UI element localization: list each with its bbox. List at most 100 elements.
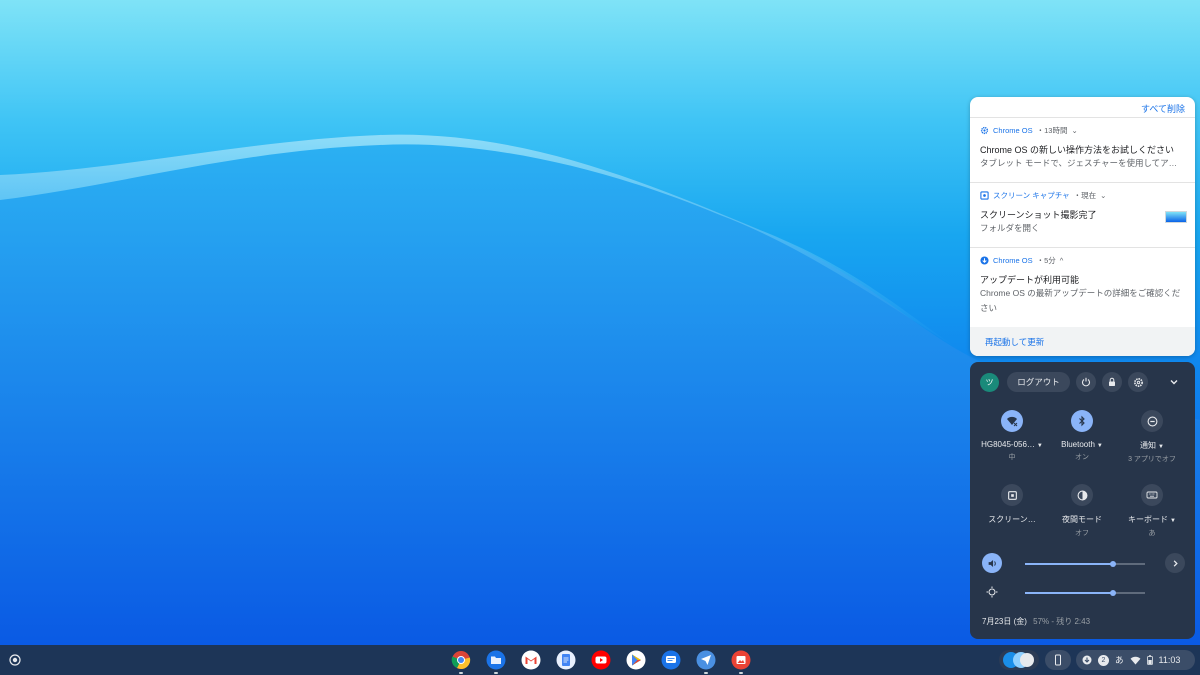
youtube-app[interactable] <box>591 650 611 670</box>
audio-settings-button[interactable] <box>1165 553 1185 573</box>
gallery-app[interactable] <box>731 650 751 674</box>
chevron-up-icon[interactable]: ^ <box>1060 256 1064 265</box>
lock-button[interactable] <box>1102 372 1122 392</box>
bluetooth-label: Bluetooth <box>1061 440 1095 449</box>
wifi-sublabel: 中 <box>1008 454 1016 461</box>
stylus-icon <box>1003 652 1034 668</box>
brightness-button[interactable] <box>982 582 1002 602</box>
battery-status: 57% - 残り 2:43 <box>1033 617 1091 626</box>
screen-capture-tile[interactable]: スクリーン… <box>977 484 1047 525</box>
do-not-disturb-icon <box>1147 416 1157 426</box>
screenshot-thumbnail[interactable] <box>1165 211 1187 223</box>
date-label[interactable]: 7月23日 (金) <box>982 617 1027 626</box>
files-app[interactable] <box>486 650 506 674</box>
keyboard-label: キーボード <box>1128 515 1169 524</box>
docs-icon <box>556 650 576 670</box>
brightness-slider[interactable] <box>1025 590 1145 596</box>
lock-icon <box>1109 377 1115 386</box>
notifications-tile[interactable]: 通知 ▼ 3 アプリでオフ <box>1117 410 1187 464</box>
notification-body: フォルダを開く <box>980 223 1040 233</box>
volume-slider-thumb[interactable] <box>1109 561 1116 567</box>
screen-capture-icon <box>1007 490 1017 500</box>
notification-header: Chrome OS ・13時間 ⌄ <box>980 125 1078 136</box>
notification-time: ・13時間 <box>1036 126 1068 135</box>
shelf: 2 あ 11:03 <box>0 645 1200 675</box>
do-not-disturb-toggle[interactable] <box>1141 410 1163 432</box>
notification-title: Chrome OS の新しい操作方法をお試しください <box>980 145 1175 155</box>
notification-count-badge: 2 <box>1098 654 1109 666</box>
stylus-tools-pod[interactable] <box>999 650 1039 670</box>
launcher-button[interactable] <box>7 652 23 668</box>
avatar[interactable]: ツ <box>980 373 999 392</box>
wifi-toggle[interactable] <box>1001 410 1023 432</box>
keyboard-icon <box>1146 491 1158 499</box>
notification-header: Chrome OS ・5分 ^ <box>980 255 1063 266</box>
bluetooth-icon <box>1079 415 1085 427</box>
notification-title: スクリーンショット撮影完了 <box>980 210 1097 220</box>
paper-plane-app[interactable] <box>696 650 716 674</box>
bluetooth-toggle[interactable] <box>1071 410 1093 432</box>
collapse-button[interactable] <box>1166 374 1182 390</box>
power-button[interactable] <box>1076 372 1096 392</box>
chrome-app[interactable] <box>451 650 471 674</box>
chevron-right-icon <box>1173 559 1178 567</box>
chevron-down-icon[interactable]: ⌄ <box>1071 126 1077 135</box>
gear-icon <box>1133 377 1143 387</box>
notification-item[interactable]: スクリーン キャプチャ ・現在 ⌄ スクリーンショット撮影完了 フォルダを開く <box>970 182 1195 247</box>
ime-indicator: あ <box>1115 655 1124 665</box>
gallery-icon <box>731 650 751 670</box>
restart-to-update-button[interactable]: 再起動して更新 <box>970 327 1195 356</box>
docs-app[interactable] <box>556 650 576 670</box>
notification-app-name: スクリーン キャプチャ <box>993 191 1070 200</box>
screen-capture-toggle[interactable] <box>1001 484 1023 506</box>
system-tray[interactable]: 2 あ 11:03 <box>1076 650 1195 670</box>
power-icon <box>1081 377 1091 387</box>
gmail-icon <box>521 650 541 670</box>
caret-down-icon: ▼ <box>1096 443 1103 449</box>
volume-slider[interactable] <box>1025 561 1145 567</box>
bluetooth-tile[interactable]: Bluetooth ▼ オン <box>1047 410 1117 462</box>
settings-button[interactable] <box>1128 372 1148 392</box>
phone-icon <box>1055 654 1061 666</box>
volume-slider-fill <box>1025 563 1113 565</box>
play-store-app[interactable] <box>626 650 646 670</box>
night-light-toggle[interactable] <box>1071 484 1093 506</box>
clock: 11:03 <box>1158 655 1181 665</box>
brightness-slider-thumb[interactable] <box>1109 590 1116 596</box>
update-icon <box>1082 655 1092 665</box>
night-light-label: 夜間モード <box>1062 515 1102 524</box>
brightness-icon <box>986 586 998 598</box>
keyboard-tile[interactable]: キーボード ▼ あ <box>1117 484 1187 538</box>
messages-icon <box>661 650 681 670</box>
volume-icon <box>988 559 996 567</box>
notification-body: Chrome OS の最新アップデートの詳細をご確認ください <box>980 288 1181 313</box>
notification-center: すべて削除 Chrome OS ・13時間 ⌄ Chrome OS の新しい操作… <box>970 97 1195 356</box>
notification-item[interactable]: Chrome OS ・13時間 ⌄ Chrome OS の新しい操作方法をお試し… <box>970 117 1195 182</box>
logout-button[interactable]: ログアウト <box>1007 372 1070 392</box>
wifi-tile[interactable]: HG8045-056… ▼ 中 <box>977 410 1047 462</box>
night-light-tile[interactable]: 夜間モード オフ <box>1047 484 1117 538</box>
phone-hub-button[interactable] <box>1045 650 1071 670</box>
wifi-icon <box>1130 656 1140 665</box>
status-footer: 7月23日 (金) 57% - 残り 2:43 <box>982 616 1090 627</box>
wifi-label: HG8045-056… <box>981 440 1035 449</box>
volume-slider-row <box>982 553 1182 575</box>
quick-settings-panel: ツ ログアウト HG8045-056… ▼ 中 Bluetooth ▼ オン 通知 ▼… <box>970 362 1195 639</box>
messages-app[interactable] <box>661 650 681 670</box>
clear-all-button[interactable]: すべて削除 <box>1141 102 1185 115</box>
wifi-icon <box>1007 416 1018 427</box>
notification-time: ・現在 <box>1073 191 1097 200</box>
youtube-icon <box>591 650 611 670</box>
play-store-icon <box>626 650 646 670</box>
notifications-sublabel: 3 アプリでオフ <box>1128 456 1176 463</box>
gmail-app[interactable] <box>521 650 541 670</box>
chevron-down-icon <box>1170 380 1178 385</box>
screenshot-icon <box>980 191 989 200</box>
notification-item[interactable]: Chrome OS ・5分 ^ アップデートが利用可能 Chrome OS の最… <box>970 247 1195 327</box>
brightness-slider-fill <box>1025 592 1113 594</box>
notifications-label: 通知 <box>1140 441 1157 450</box>
volume-mute-button[interactable] <box>982 553 1002 573</box>
keyboard-toggle[interactable] <box>1141 484 1163 506</box>
chevron-down-icon[interactable]: ⌄ <box>1100 191 1106 200</box>
update-icon <box>980 256 989 265</box>
